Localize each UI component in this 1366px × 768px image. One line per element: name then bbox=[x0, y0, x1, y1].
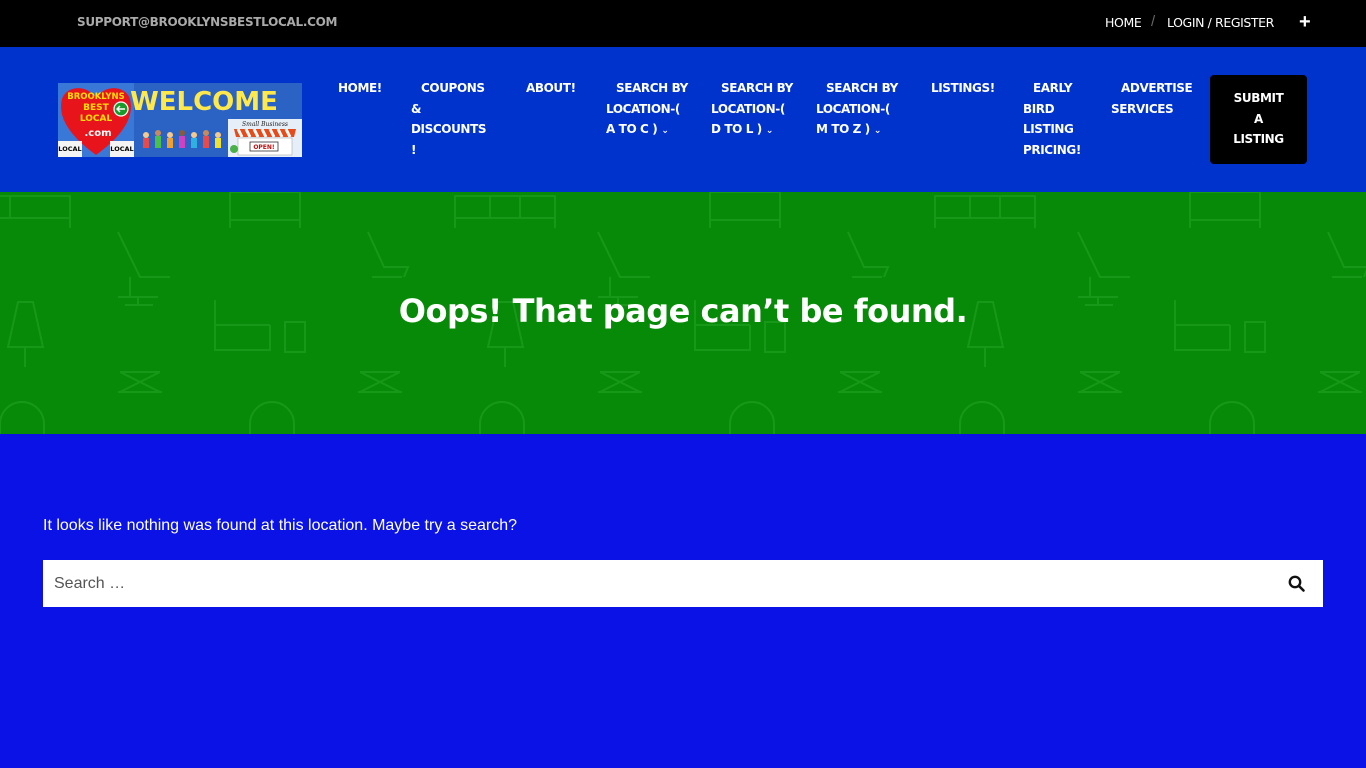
nav-listings-label: LISTINGS! bbox=[931, 81, 995, 95]
login-register-link[interactable]: LOGIN / REGISTER bbox=[1167, 15, 1274, 30]
nav-listings[interactable]: LISTINGS! bbox=[931, 78, 995, 99]
logo-text-best: BEST bbox=[83, 103, 109, 113]
nav-a-to-c-label-2: LOCATION-( bbox=[606, 101, 680, 116]
nav-early-label-3: LISTING bbox=[1023, 122, 1074, 136]
submit-label-3: LISTING bbox=[1233, 132, 1284, 146]
nav-early-label-4: PRICING! bbox=[1023, 142, 1081, 157]
nav-search-d-to-l[interactable]: SEARCH BY LOCATION-( D TO L ) ⌄ bbox=[711, 78, 793, 142]
nav-early-label-1: EARLY bbox=[1033, 81, 1073, 95]
site-header: BROOKLYNS BEST LOCAL .com LOCAL LOCAL WE… bbox=[0, 47, 1366, 192]
nav-d-to-l-label-2: LOCATION-( bbox=[711, 101, 785, 116]
search-form bbox=[43, 560, 1323, 607]
search-input[interactable] bbox=[43, 560, 1263, 607]
nav-early-bird-pricing[interactable]: EARLY BIRD LISTING PRICING! bbox=[1023, 78, 1081, 160]
logo-text-small-business: Small Business bbox=[242, 121, 288, 128]
logo-text-local-left: LOCAL bbox=[58, 145, 81, 153]
chevron-down-icon: ⌄ bbox=[765, 126, 774, 136]
submit-listing-button[interactable]: SUBMIT A LISTING bbox=[1210, 75, 1307, 164]
nav-m-to-z-label-1: SEARCH BY bbox=[826, 81, 898, 95]
nav-about-label: ABOUT! bbox=[526, 81, 576, 95]
nav-m-to-z-label-3: M TO Z ) bbox=[816, 122, 870, 136]
search-button[interactable] bbox=[1285, 572, 1309, 596]
search-icon bbox=[1288, 575, 1305, 592]
nav-advertise-label-2: SERVICES bbox=[1111, 101, 1174, 116]
nav-coupons-label-2: & bbox=[411, 101, 422, 116]
nav-coupons-label-1: COUPONS bbox=[421, 81, 485, 95]
site-logo[interactable]: BROOKLYNS BEST LOCAL .com LOCAL LOCAL WE… bbox=[58, 83, 302, 157]
nav-d-to-l-label-1: SEARCH BY bbox=[721, 81, 793, 95]
nav-early-label-2: BIRD bbox=[1023, 101, 1055, 116]
nav-coupons-label-4: ! bbox=[411, 142, 417, 157]
nav-home[interactable]: HOME! bbox=[338, 78, 382, 99]
nav-d-to-l-label-3: D TO L ) bbox=[711, 122, 762, 136]
nav-advertise-label-1: ADVERTISE bbox=[1121, 81, 1193, 95]
nav-coupons-discounts[interactable]: COUPONS & DISCOUNTS ! bbox=[411, 78, 486, 160]
logo-text-local-right: LOCAL bbox=[110, 145, 133, 153]
nav-search-a-to-c[interactable]: SEARCH BY LOCATION-( A TO C ) ⌄ bbox=[606, 78, 688, 142]
nav-search-m-to-z[interactable]: SEARCH BY LOCATION-( M TO Z ) ⌄ bbox=[816, 78, 898, 142]
logo-text-local: LOCAL bbox=[80, 114, 113, 124]
page-header-banner: Oops! That page can’t be found. bbox=[0, 192, 1366, 434]
nav-about[interactable]: ABOUT! bbox=[526, 78, 576, 99]
support-email-link[interactable]: SUPPORT@BROOKLYNSBESTLOCAL.COM bbox=[77, 15, 337, 29]
nav-a-to-c-label-3: A TO C ) bbox=[606, 122, 658, 136]
chevron-down-icon: ⌄ bbox=[661, 126, 669, 136]
logo-text-brooklyns: BROOKLYNS bbox=[67, 92, 125, 102]
chevron-down-icon: ⌄ bbox=[873, 126, 882, 136]
top-separator: / bbox=[1151, 13, 1156, 30]
plus-icon[interactable]: + bbox=[1299, 11, 1311, 33]
top-bar: SUPPORT@BROOKLYNSBESTLOCAL.COM HOME / LO… bbox=[0, 0, 1366, 47]
logo-image: BROOKLYNS BEST LOCAL .com LOCAL LOCAL WE… bbox=[58, 83, 302, 157]
nav-coupons-label-3: DISCOUNTS bbox=[411, 122, 487, 136]
nav-advertise-services[interactable]: ADVERTISE SERVICES bbox=[1111, 78, 1193, 119]
nav-a-to-c-label-1: SEARCH BY bbox=[616, 81, 688, 95]
not-found-message: It looks like nothing was found at this … bbox=[43, 517, 518, 534]
logo-text-welcome: WELCOME bbox=[130, 87, 278, 117]
logo-text-dotcom: .com bbox=[84, 128, 111, 139]
submit-label-2: A bbox=[1254, 111, 1263, 126]
nav-home-label: HOME! bbox=[338, 81, 382, 95]
top-home-link[interactable]: HOME bbox=[1105, 15, 1142, 30]
nav-m-to-z-label-2: LOCATION-( bbox=[816, 101, 890, 116]
submit-label-1: SUBMIT bbox=[1233, 91, 1284, 105]
page-title: Oops! That page can’t be found. bbox=[398, 292, 968, 330]
logo-text-open: OPEN! bbox=[253, 144, 274, 151]
